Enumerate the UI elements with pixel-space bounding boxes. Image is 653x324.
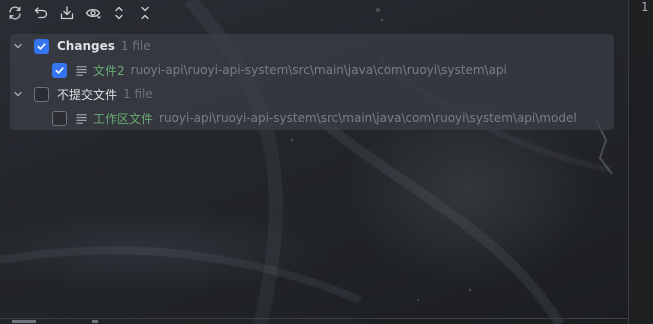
changelist-row-uncommitted[interactable]: 不提交文件 1 file: [12, 82, 153, 106]
file-row[interactable]: 文件2 ruoyi-api\ruoyi-api-system\src\main\…: [52, 58, 507, 82]
text-file-icon: [75, 111, 89, 125]
changelist-count: 1 file: [123, 87, 153, 101]
rollback-button[interactable]: [32, 4, 50, 22]
refresh-button[interactable]: [6, 4, 24, 22]
eye-icon: [85, 8, 101, 19]
line-number: 1: [641, 0, 649, 14]
changelist-checkbox[interactable]: [34, 86, 49, 102]
expand-all-button[interactable]: [110, 4, 128, 22]
changes-toolbar: [6, 2, 154, 24]
shelve-button[interactable]: [58, 4, 76, 22]
rollback-icon: [34, 7, 48, 19]
file-path: ruoyi-api\ruoyi-api-system\src\main\java…: [159, 111, 577, 125]
changelist-label: Changes: [57, 39, 115, 53]
panel-divider: [0, 318, 628, 319]
collapse-all-icon: [141, 6, 149, 20]
file-checkbox[interactable]: [52, 62, 67, 78]
view-options-button[interactable]: [84, 4, 102, 22]
changelist-checkbox[interactable]: [34, 38, 49, 54]
bottom-tab-indicator: [12, 320, 36, 323]
shelve-icon: [60, 6, 74, 20]
expand-all-icon: [115, 6, 123, 20]
file-path: ruoyi-api\ruoyi-api-system\src\main\java…: [130, 63, 507, 77]
file-name: 工作区文件: [93, 111, 154, 126]
file-checkbox[interactable]: [52, 110, 67, 126]
changelist-row-changes[interactable]: Changes 1 file: [12, 34, 151, 58]
collapse-all-button[interactable]: [136, 4, 154, 22]
text-file-icon: [75, 63, 89, 77]
file-name: 文件2: [93, 63, 125, 78]
file-row[interactable]: 工作区文件 ruoyi-api\ruoyi-api-system\src\mai…: [52, 106, 577, 130]
chevron-down-icon[interactable]: [12, 40, 24, 52]
changelist-label: 不提交文件: [57, 87, 118, 102]
bottom-tab-indicator: [92, 320, 98, 323]
refresh-icon: [9, 6, 21, 20]
chevron-down-icon[interactable]: [12, 88, 24, 100]
checkmark-icon: [37, 42, 46, 50]
checkmark-icon: [55, 66, 64, 74]
editor-gutter: 1: [628, 0, 653, 324]
changes-tree: Changes 1 file 文件2 ruoyi-api\ruoyi-api-s…: [10, 34, 614, 130]
changelist-count: 1 file: [120, 39, 151, 53]
